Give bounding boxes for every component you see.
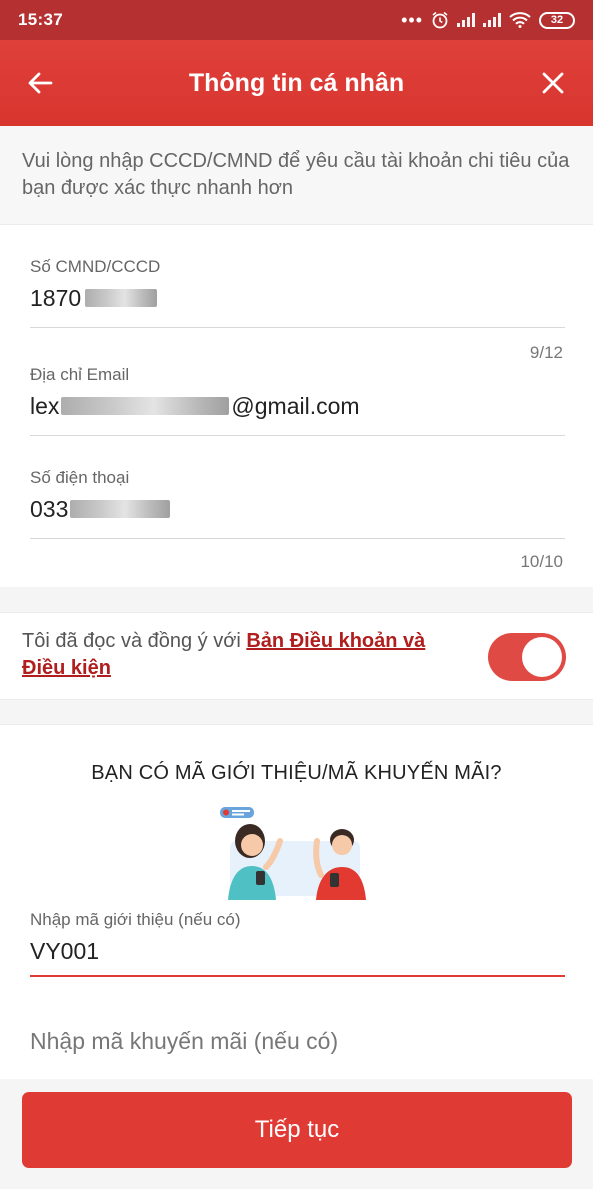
referral-illustration — [220, 807, 366, 900]
phone-counter: 10/10 — [520, 552, 563, 571]
id-number-input[interactable]: 1870 — [30, 283, 565, 313]
wifi-icon — [509, 12, 531, 28]
promo-heading: BẠN CÓ MÃ GIỚI THIỆU/MÃ KHUYẾN MÃI? — [91, 762, 502, 784]
arrow-left-icon — [28, 72, 53, 94]
page-title: Thông tin cá nhân — [188, 68, 405, 97]
terms-text: Tôi đã đọc và đồng ý với Bản Điều khoản … — [22, 628, 472, 682]
phone-field[interactable]: Số điện thoại 033 — [30, 468, 565, 539]
id-number-label: Số CMND/CCCD — [30, 257, 161, 276]
id-number-counter: 9/12 — [529, 343, 563, 362]
input-underline — [30, 327, 565, 328]
close-icon — [542, 72, 564, 94]
id-number-field[interactable]: Số CMND/CCCD 1870 — [30, 257, 565, 328]
terms-statement: Tôi đã đọc và đồng ý với — [22, 630, 247, 652]
status-bar: 15:37 ••• 32 — [0, 0, 593, 40]
referral-code-field[interactable]: Nhập mã giới thiệu (nếu có) VY001 — [30, 910, 565, 977]
alarm-icon — [432, 11, 448, 29]
phone-label: Số điện thoại — [30, 468, 130, 487]
redacted-block — [70, 500, 171, 518]
close-button[interactable] — [513, 40, 593, 126]
phone-input[interactable]: 033 — [30, 494, 565, 524]
status-icons: ••• 32 — [401, 10, 575, 31]
continue-button[interactable]: Tiếp tục — [22, 1092, 572, 1168]
email-value-suffix: @gmail.com — [231, 392, 360, 419]
id-number-value: 1870 — [30, 284, 82, 311]
redacted-block — [61, 397, 230, 415]
signal-1-icon — [457, 13, 475, 27]
input-underline — [30, 538, 565, 539]
more-dots-icon: ••• — [401, 9, 423, 30]
terms-toggle[interactable] — [488, 633, 566, 681]
toggle-knob — [522, 637, 562, 677]
input-underline — [30, 435, 565, 436]
referral-code-input[interactable]: VY001 — [30, 938, 565, 965]
email-value-prefix: lex — [30, 392, 60, 419]
signal-2-icon — [483, 13, 501, 27]
app-header: Thông tin cá nhân — [0, 40, 593, 126]
promo-code-field[interactable]: Nhập mã khuyến mãi (nếu có) — [30, 1028, 565, 1055]
intro-text: Vui lòng nhập CCCD/CMND để yêu cầu tài k… — [0, 126, 593, 224]
email-input[interactable]: lex @gmail.com — [30, 391, 565, 421]
status-time: 15:37 — [18, 10, 63, 29]
promo-section: BẠN CÓ MÃ GIỚI THIỆU/MÃ KHUYẾN MÃI? Nhập… — [0, 724, 593, 1079]
promo-code-input[interactable]: Nhập mã khuyến mãi (nếu có) — [30, 1028, 565, 1055]
battery-icon: 32 — [539, 11, 575, 29]
back-button[interactable] — [0, 40, 80, 126]
redacted-block — [85, 289, 158, 307]
terms-row: Tôi đã đọc và đồng ý với Bản Điều khoản … — [0, 612, 593, 700]
phone-value: 033 — [30, 495, 69, 522]
referral-code-label: Nhập mã giới thiệu (nếu có) — [30, 910, 241, 929]
email-field[interactable]: Địa chỉ Email lex @gmail.com — [30, 365, 565, 436]
email-label: Địa chỉ Email — [30, 365, 130, 384]
personal-info-form: Số CMND/CCCD 1870 9/12 Địa chỉ Email lex… — [0, 224, 593, 587]
input-underline-active — [30, 975, 565, 977]
